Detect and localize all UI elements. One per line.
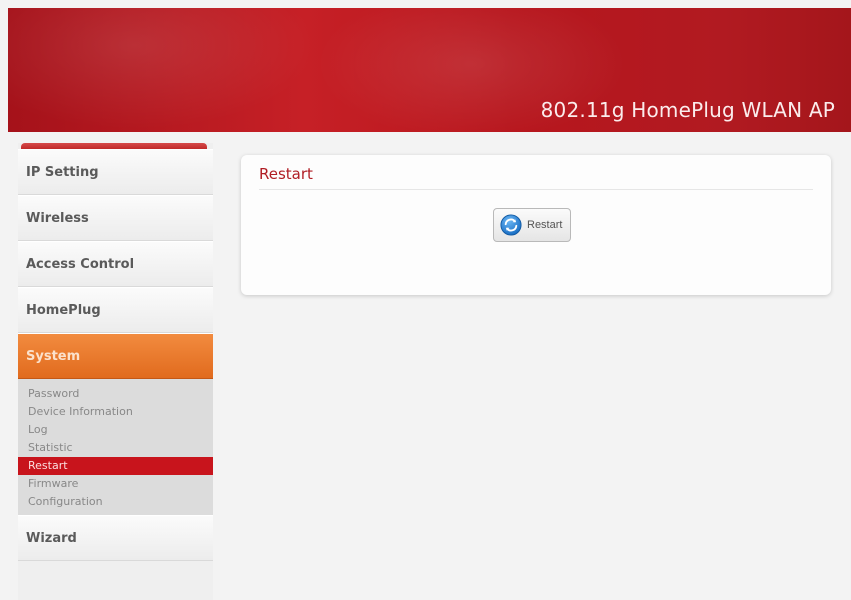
restart-panel: Restart Restart (241, 155, 831, 295)
device-title: 802.11g HomePlug WLAN AP (540, 98, 835, 122)
panel-title: Restart (259, 165, 813, 190)
system-submenu: Password Device Information Log Statisti… (18, 379, 213, 515)
restart-button-label: Restart (527, 219, 563, 231)
submenu-item-statistic[interactable]: Statistic (18, 439, 213, 457)
submenu-item-firmware[interactable]: Firmware (18, 475, 213, 493)
submenu-item-log[interactable]: Log (18, 421, 213, 439)
sidebar-nav: IP Setting Wireless Access Control HomeP… (18, 143, 213, 600)
header-banner: 802.11g HomePlug WLAN AP (8, 8, 851, 132)
sidebar-item-access-control[interactable]: Access Control (18, 241, 213, 287)
submenu-item-password[interactable]: Password (18, 385, 213, 403)
sidebar-item-wizard[interactable]: Wizard (18, 515, 213, 561)
submenu-item-configuration[interactable]: Configuration (18, 493, 213, 511)
sidebar-item-homeplug[interactable]: HomePlug (18, 287, 213, 333)
sidebar-item-ip-setting[interactable]: IP Setting (18, 149, 213, 195)
sidebar-item-wireless[interactable]: Wireless (18, 195, 213, 241)
restart-button[interactable]: Restart (493, 208, 572, 242)
refresh-icon (500, 214, 522, 236)
sidebar-item-system[interactable]: System (18, 333, 213, 379)
submenu-item-device-information[interactable]: Device Information (18, 403, 213, 421)
submenu-item-restart[interactable]: Restart (18, 457, 213, 475)
